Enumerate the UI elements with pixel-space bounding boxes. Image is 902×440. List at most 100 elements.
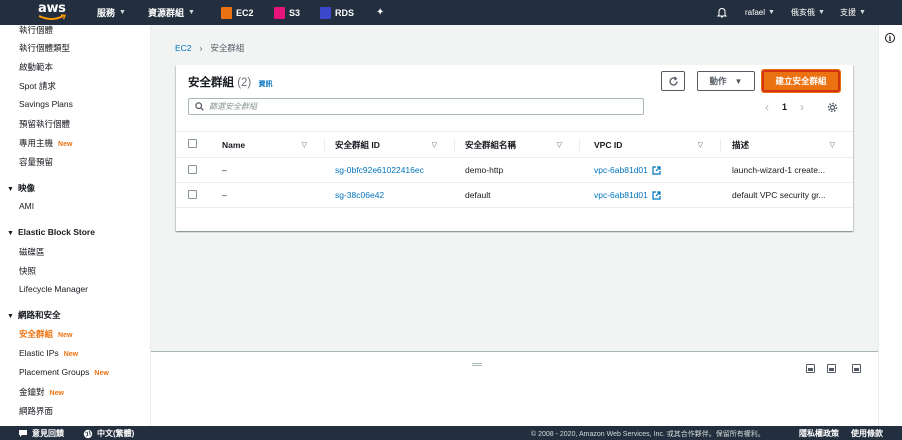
- row-checkbox[interactable]: [188, 189, 197, 199]
- sidebar-item-dedicated-hosts[interactable]: 專用主機 New: [19, 137, 72, 149]
- table-row[interactable]: – sg-0bfc92e61022416ec demo-http vpc-6ab…: [176, 157, 853, 183]
- feedback-link[interactable]: 意見回饋: [18, 428, 64, 439]
- pin-icon[interactable]: ✦: [376, 0, 384, 25]
- ec2-shortcut[interactable]: EC2: [221, 0, 254, 25]
- rds-icon: [320, 6, 331, 19]
- sort-icon: ▽: [829, 142, 835, 149]
- new-badge: New: [63, 351, 79, 358]
- info-icon[interactable]: i: [885, 33, 895, 43]
- external-link-icon: [652, 191, 661, 200]
- column-header-name[interactable]: Name ▽: [212, 131, 325, 158]
- sidebar-item-volumes[interactable]: 磁碟區: [19, 246, 45, 258]
- bell-icon[interactable]: [717, 0, 727, 25]
- sidebar-item-savings-plans[interactable]: Savings Plans: [19, 99, 73, 109]
- breadcrumb: EC2 › 安全群組: [175, 42, 244, 54]
- row-checkbox[interactable]: [188, 164, 197, 174]
- cell-group-id-link[interactable]: sg-0bfc92e61022416ec: [325, 157, 455, 183]
- sidebar-item-label: 專用主機: [19, 138, 54, 148]
- select-all-checkbox[interactable]: [188, 139, 197, 148]
- rds-shortcut[interactable]: RDS: [320, 0, 354, 25]
- actions-label: 動作: [709, 76, 727, 86]
- info-link[interactable]: 資訊: [258, 81, 272, 88]
- sidebar-item-instances[interactable]: 執行個體: [19, 25, 53, 36]
- privacy-policy-link[interactable]: 隱私權政策: [799, 428, 839, 439]
- support-label: 支援: [840, 8, 856, 17]
- create-security-group-button[interactable]: 建立安全群組: [761, 69, 841, 93]
- chevron-down-icon: ▼: [818, 9, 825, 16]
- help-rail: i: [878, 25, 902, 426]
- s3-label: S3: [289, 7, 301, 18]
- prev-page-icon[interactable]: ‹: [765, 100, 769, 114]
- section-label: 映像: [17, 183, 35, 193]
- breadcrumb-ec2-link[interactable]: EC2: [175, 43, 192, 53]
- sidebar-item-capacity-reservations[interactable]: 容量預留: [19, 156, 53, 168]
- aws-logo[interactable]: aws: [38, 2, 68, 23]
- sidebar-item-label: 金鑰對: [19, 387, 45, 397]
- services-menu[interactable]: 服務 ▼: [97, 0, 126, 25]
- cell-name: –: [212, 157, 325, 183]
- sidebar-item-reserved-instances[interactable]: 預留執行個體: [19, 118, 70, 130]
- user-name: rafael: [745, 8, 766, 17]
- drag-handle-icon[interactable]: [472, 363, 482, 366]
- cell-vpc-id[interactable]: vpc-6ab81d01: [580, 182, 721, 208]
- sort-icon: ▽: [301, 142, 307, 149]
- page-number[interactable]: 1: [782, 102, 787, 112]
- panel-title: 安全群組 (2) 資訊: [188, 74, 272, 90]
- support-menu[interactable]: 支援 ▼: [840, 0, 866, 25]
- search-input[interactable]: 篩選安全群組: [188, 98, 644, 115]
- caret-down-icon: ▼: [7, 186, 14, 193]
- vpc-link[interactable]: vpc-6ab81d01: [594, 190, 648, 200]
- actions-button[interactable]: 動作 ▼: [697, 71, 755, 91]
- sidebar-item-ami[interactable]: AMI: [19, 201, 34, 211]
- account-menu[interactable]: rafael ▼: [745, 0, 775, 25]
- settings-gear-icon[interactable]: [827, 102, 838, 115]
- pagination: ‹ 1 ›: [765, 100, 804, 114]
- row-select-cell: [176, 182, 212, 208]
- region-menu[interactable]: 俄亥俄 ▼: [791, 0, 825, 25]
- table-row[interactable]: – sg-38c06e42 default vpc-6ab81d01 defau…: [176, 182, 853, 208]
- column-header-vpc-id[interactable]: VPC ID ▽: [580, 131, 721, 158]
- chevron-down-icon: ▼: [859, 9, 866, 16]
- sidebar-item-elastic-ips[interactable]: Elastic IPs New: [19, 348, 78, 358]
- sidebar-item-placement-groups[interactable]: Placement Groups New: [19, 367, 109, 377]
- panel-bottom-icon[interactable]: [806, 364, 815, 373]
- sidebar-item-security-groups[interactable]: 安全群組 New: [19, 328, 72, 340]
- select-all-cell: [176, 131, 212, 158]
- panel-side-icon[interactable]: [827, 364, 836, 373]
- panel-full-icon[interactable]: [852, 364, 861, 373]
- cell-description: launch-wizard-1 create...: [721, 157, 853, 183]
- cell-group-id-link[interactable]: sg-38c06e42: [325, 182, 455, 208]
- column-header-description[interactable]: 描述 ▽: [721, 131, 853, 158]
- refresh-button[interactable]: [661, 71, 685, 91]
- sidebar-item-lifecycle-manager[interactable]: Lifecycle Manager: [19, 284, 88, 294]
- sidebar-item-snapshots[interactable]: 快照: [19, 265, 36, 277]
- chevron-right-icon: ›: [199, 43, 203, 53]
- chevron-down-icon: ▼: [119, 9, 126, 16]
- cell-group-name: demo-http: [455, 157, 580, 183]
- vpc-link[interactable]: vpc-6ab81d01: [594, 165, 648, 175]
- sidebar-section-images[interactable]: ▼ 映像: [7, 182, 35, 194]
- sidebar-section-ebs[interactable]: ▼ Elastic Block Store: [7, 227, 95, 237]
- aws-smile-icon: [38, 14, 67, 20]
- column-header-group-name[interactable]: 安全群組名稱 ▽: [455, 131, 580, 158]
- resource-groups-menu[interactable]: 資源群組 ▼: [148, 0, 195, 25]
- sidebar-item-key-pairs[interactable]: 金鑰對 New: [19, 386, 64, 398]
- sidebar-item-network-interfaces[interactable]: 網路界面: [19, 405, 53, 417]
- security-groups-panel: 安全群組 (2) 資訊 動作 ▼ 建立安全群組 篩選安全群組 ‹ 1 › Nam…: [176, 65, 853, 231]
- sidebar-item-launch-templates[interactable]: 啟動範本: [19, 61, 53, 73]
- language-selector[interactable]: 中文(繁體): [83, 428, 134, 439]
- next-page-icon[interactable]: ›: [800, 100, 804, 114]
- feedback-label: 意見回饋: [32, 429, 64, 438]
- sort-icon: ▽: [556, 142, 562, 149]
- terms-of-use-link[interactable]: 使用條款: [851, 428, 883, 439]
- column-header-group-id[interactable]: 安全群組 ID ▽: [325, 131, 455, 158]
- sidebar-item-instance-types[interactable]: 執行個體類型: [19, 42, 70, 54]
- cell-vpc-id[interactable]: vpc-6ab81d01: [580, 157, 721, 183]
- s3-shortcut[interactable]: S3: [274, 0, 300, 25]
- panel-title-text: 安全群組: [188, 77, 234, 89]
- sidebar-item-spot-requests[interactable]: Spot 請求: [19, 80, 56, 92]
- caret-down-icon: ▼: [734, 76, 743, 86]
- cell-name: –: [212, 182, 325, 208]
- sidebar-section-network-security[interactable]: ▼ 網路和安全: [7, 309, 60, 321]
- security-groups-table: Name ▽ 安全群組 ID ▽ 安全群組名稱 ▽ VPC ID ▽ 描述 ▽ – sg-…: [176, 131, 853, 208]
